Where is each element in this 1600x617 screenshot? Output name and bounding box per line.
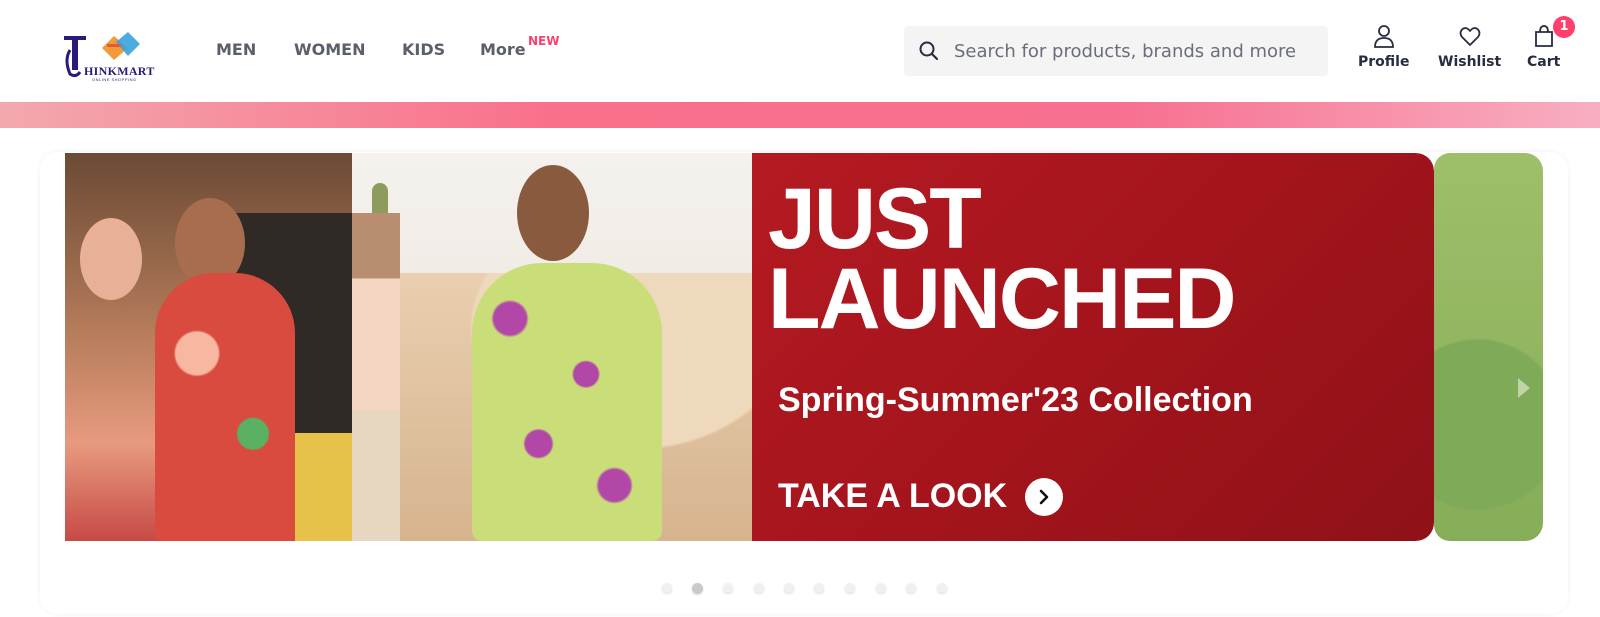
profile-button[interactable]: Profile xyxy=(1358,24,1409,70)
logo-tagline: ONLINE SHOPPING xyxy=(92,77,137,82)
banner-title-line2: LAUNCHED xyxy=(768,251,1237,347)
carousel-dot[interactable] xyxy=(906,583,916,593)
carousel-dot[interactable] xyxy=(723,583,733,593)
cart-button[interactable]: 1 Cart xyxy=(1527,16,1575,70)
nav-item-more[interactable]: More xyxy=(480,40,526,59)
photo-detail xyxy=(352,213,400,541)
carousel-dot[interactable] xyxy=(876,583,886,593)
carousel-dot[interactable] xyxy=(814,583,824,593)
cart-label: Cart xyxy=(1527,54,1561,70)
carousel-dot[interactable] xyxy=(937,583,947,593)
search-icon[interactable] xyxy=(918,40,940,62)
cart-count-badge: 1 xyxy=(1553,16,1575,38)
photo-detail xyxy=(517,165,589,261)
search-bar xyxy=(904,26,1328,76)
user-icon xyxy=(1373,25,1394,48)
search-input[interactable] xyxy=(954,26,1314,76)
photo-detail xyxy=(80,218,142,300)
wishlist-label: Wishlist xyxy=(1438,54,1502,70)
chevron-right-icon xyxy=(1025,477,1064,516)
photo-detail xyxy=(472,263,662,541)
cta-label: TAKE A LOOK xyxy=(778,477,1008,515)
next-slide-preview[interactable] xyxy=(1434,153,1543,541)
carousel-dot[interactable] xyxy=(662,583,672,593)
carousel-dot-active[interactable] xyxy=(692,583,703,594)
photo-detail xyxy=(155,273,295,541)
carousel-next-arrow-icon[interactable] xyxy=(1512,374,1536,402)
promo-panel: JUST LAUNCHED Spring-Summer'23 Collectio… xyxy=(752,153,1434,541)
carousel-dot[interactable] xyxy=(845,583,855,593)
carousel-dot[interactable] xyxy=(754,583,764,593)
carousel-dot[interactable] xyxy=(784,583,794,593)
model-photo-left xyxy=(65,153,352,541)
heart-icon xyxy=(1459,27,1480,46)
banner-title-line1: JUST xyxy=(768,171,982,267)
site-header: HINKMART ONLINE SHOPPING MEN WOMEN KIDS … xyxy=(0,0,1600,102)
promo-strip xyxy=(0,102,1600,128)
banner-title: JUST LAUNCHED xyxy=(768,171,1237,347)
take-a-look-button[interactable]: TAKE A LOOK xyxy=(778,477,1064,516)
banner-subtitle: Spring-Summer'23 Collection xyxy=(778,381,1253,419)
profile-label: Profile xyxy=(1358,54,1410,70)
nav-item-men[interactable]: MEN xyxy=(216,40,256,59)
nav-item-kids[interactable]: KIDS xyxy=(402,40,445,59)
new-badge: NEW xyxy=(528,34,560,48)
wishlist-button[interactable]: Wishlist xyxy=(1438,24,1501,70)
bag-icon xyxy=(1534,25,1553,47)
hero-slide[interactable]: JUST LAUNCHED Spring-Summer'23 Collectio… xyxy=(65,153,1434,541)
nav-item-women[interactable]: WOMEN xyxy=(294,40,366,59)
brand-logo[interactable]: HINKMART ONLINE SHOPPING xyxy=(62,30,160,82)
model-photo-desert xyxy=(352,153,752,541)
